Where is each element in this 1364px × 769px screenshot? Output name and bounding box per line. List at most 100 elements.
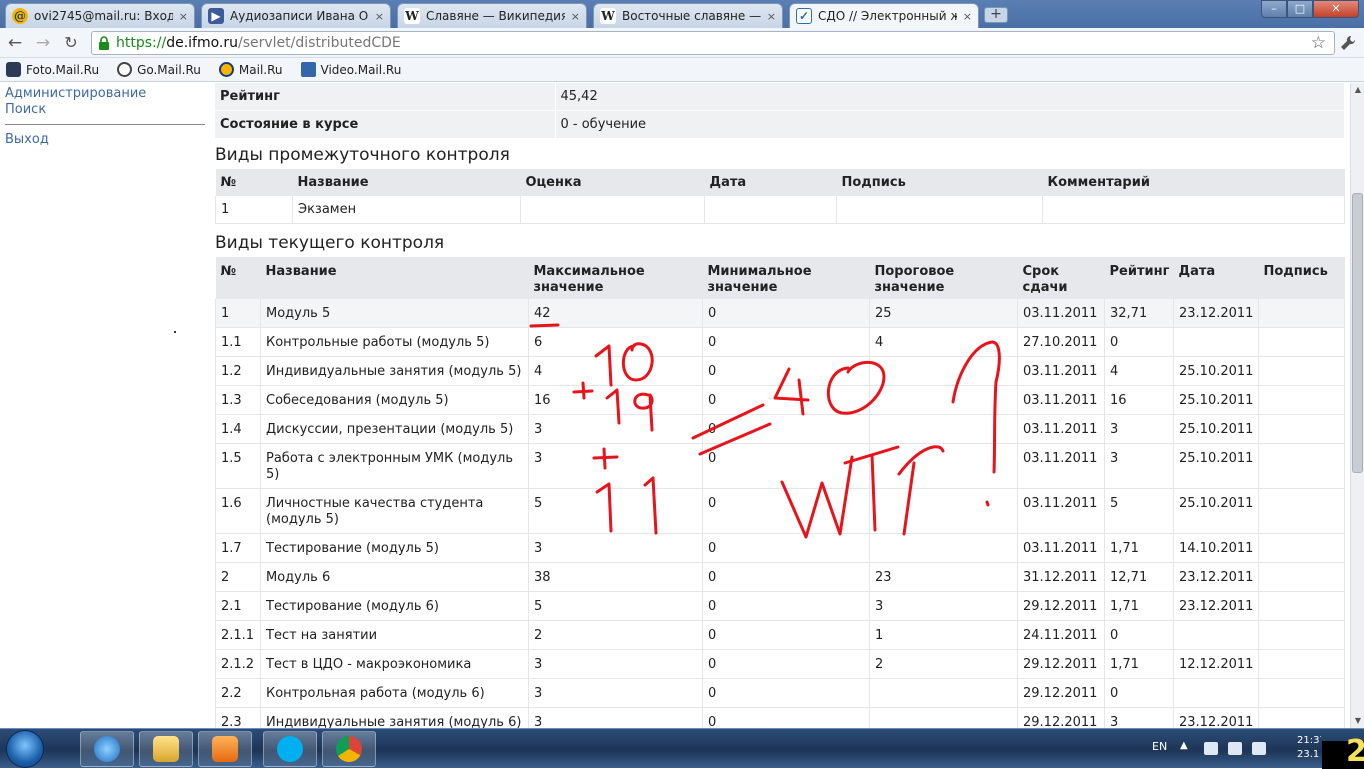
tab-sdo[interactable]: ✓ СДО // Электронный журн ×: [789, 3, 979, 28]
bookmark-mail[interactable]: Mail.Ru: [218, 62, 283, 77]
column-header: Рейтинг: [1104, 257, 1174, 299]
table-cell: 2.3: [215, 707, 261, 728]
language-indicator[interactable]: EN: [1152, 740, 1167, 753]
taskbar-media-player[interactable]: [198, 731, 252, 767]
table-cell: 1,71: [1104, 649, 1174, 679]
state-value: 0 - обучение: [554, 110, 1344, 138]
scroll-thumb[interactable]: [1352, 193, 1363, 473]
table-row: 1.3 Собеседования (модуль 5) 16 0 03.11.2011…: [215, 385, 1345, 415]
tab-wiki-slavs[interactable]: W Славяне — Википедия ×: [397, 3, 587, 28]
table-row: 2.2 Контрольная работа (модуль 6) 3 0 29.12.…: [215, 678, 1345, 708]
close-window-button[interactable]: ✕: [1313, 0, 1359, 18]
taskbar-explorer[interactable]: [139, 731, 193, 767]
stray-dot: [174, 331, 176, 333]
close-icon[interactable]: ×: [963, 10, 972, 23]
taskbar-chrome[interactable]: [322, 731, 376, 767]
table-cell: Дискуссии, презентации (модуль 5): [260, 414, 529, 444]
close-icon[interactable]: ×: [767, 10, 776, 23]
course-info-table: Рейтинг 45,42 Состояние в курсе 0 - обуч…: [215, 83, 1344, 138]
table-cell: [1258, 414, 1345, 444]
rating-label: Рейтинг: [215, 83, 555, 111]
table-cell: 25.10.2011: [1173, 443, 1259, 489]
explorer-icon: [153, 736, 179, 762]
tab-audio[interactable]: ▶ Аудиозаписи Ивана Овчи ×: [201, 3, 391, 28]
windows-taskbar: EN ▲ 21:37 23.1 2: [0, 728, 1364, 769]
go-icon: [117, 62, 133, 77]
tab-mail[interactable]: @ ovi2745@mail.ru: Входящие ×: [5, 3, 195, 28]
main-content: Рейтинг 45,42 Состояние в курсе 0 - обуч…: [215, 83, 1345, 728]
table-cell: 1.5: [215, 443, 261, 489]
scroll-up-icon[interactable]: ▲: [1351, 83, 1364, 97]
column-header: Максимальное значение: [528, 257, 703, 299]
maximize-button[interactable]: □: [1287, 0, 1313, 18]
scroll-down-icon[interactable]: ▼: [1351, 714, 1364, 728]
volume-icon[interactable]: [1252, 742, 1266, 755]
table-cell: [1173, 620, 1259, 650]
start-button[interactable]: [6, 730, 44, 768]
table-cell: 5: [1104, 488, 1174, 534]
table-cell: 3: [528, 414, 703, 444]
table-cell: [1258, 443, 1345, 489]
table-cell: 23.12.2011: [1173, 591, 1259, 621]
table-cell: 0: [1104, 620, 1174, 650]
table-cell: Личностные качества студента (модуль 5): [260, 488, 529, 534]
taskbar-ie[interactable]: [80, 731, 134, 767]
table-row: 2.3 Индивидуальные занятия (модуль 6) 3 0 29…: [215, 707, 1345, 728]
table-cell: 0: [1104, 678, 1174, 708]
table-cell: 1,71: [1104, 533, 1174, 563]
sidebar-link-search[interactable]: Поиск: [5, 102, 205, 118]
table-cell: 23: [869, 562, 1018, 592]
table-cell: Тест в ЦДО - макроэкономика: [260, 649, 529, 679]
table-cell: [836, 196, 1043, 224]
minimize-button[interactable]: –: [1261, 0, 1287, 18]
table-cell: Тестирование (модуль 6): [260, 591, 529, 621]
flag-icon[interactable]: [1204, 742, 1218, 755]
table-cell: [1258, 533, 1345, 563]
table-row: 1.7 Тестирование (модуль 5) 3 0 03.11.2011 1,…: [215, 533, 1345, 563]
tab-wiki-east-slavs[interactable]: W Восточные славяне — Вик ×: [593, 3, 783, 28]
star-icon[interactable]: ☆: [1311, 32, 1326, 54]
sidebar-link-admin[interactable]: Администрирование: [5, 86, 205, 102]
table-cell: [1258, 620, 1345, 650]
sidebar-link-logout[interactable]: Выход: [5, 132, 205, 148]
table-cell: 1.4: [215, 414, 261, 444]
table-row: 1.2 Индивидуальные занятия (модуль 5) 4 0 03…: [215, 356, 1345, 386]
bookmarks-bar: Foto.Mail.Ru Go.Mail.Ru Mail.Ru Video.Ma…: [0, 58, 1364, 82]
close-icon[interactable]: ×: [375, 10, 384, 23]
address-bar[interactable]: https://de.ifmo.ru/servlet/distributedCD…: [91, 31, 1335, 55]
table-cell: 0: [702, 649, 870, 679]
column-header: Название: [292, 169, 521, 196]
table-cell: 0: [702, 533, 870, 563]
table-row: 2.1.1 Тест на занятии 2 0 1 24.11.2011 0: [215, 620, 1345, 650]
vertical-scrollbar[interactable]: ▲ ▼: [1350, 83, 1364, 728]
new-tab-button[interactable]: +: [984, 7, 1008, 23]
bookmark-label: Go.Mail.Ru: [137, 62, 201, 77]
column-header: Оценка: [520, 169, 705, 196]
close-icon[interactable]: ×: [571, 10, 580, 23]
wrench-icon[interactable]: [1340, 35, 1356, 51]
bookmark-video-mail[interactable]: Video.Mail.Ru: [300, 62, 401, 77]
table-cell: 2: [869, 649, 1018, 679]
tray-expand-icon[interactable]: ▲: [1180, 740, 1188, 751]
bookmark-foto-mail[interactable]: Foto.Mail.Ru: [6, 62, 99, 77]
close-icon[interactable]: ×: [179, 10, 188, 23]
forward-button[interactable]: →: [32, 33, 54, 53]
clock[interactable]: 21:37 23.1: [1297, 734, 1321, 762]
table-cell: 3: [528, 649, 703, 679]
table-cell: [869, 707, 1018, 728]
reload-button[interactable]: ↻: [60, 33, 82, 53]
table-cell: 1.6: [215, 488, 261, 534]
table-row: 2.1.2 Тест в ЦДО - макроэкономика 3 0 2 29.12…: [215, 649, 1345, 679]
url-path: /servlet/distributedCDE: [238, 35, 401, 51]
table-cell: 5: [528, 488, 703, 534]
column-header: Подпись: [836, 169, 1043, 196]
back-button[interactable]: ←: [4, 33, 26, 53]
mail-icon: [218, 62, 234, 77]
table-cell: 12,71: [1104, 562, 1174, 592]
table-cell: [1258, 299, 1345, 328]
intermediate-table: № Название Оценка Дата Подпись Комментарий 1Э…: [215, 169, 1345, 224]
network-icon[interactable]: [1228, 742, 1242, 755]
taskbar-skype[interactable]: [263, 731, 317, 767]
bookmark-go-mail[interactable]: Go.Mail.Ru: [117, 62, 201, 77]
table-cell: 25.10.2011: [1173, 414, 1259, 444]
